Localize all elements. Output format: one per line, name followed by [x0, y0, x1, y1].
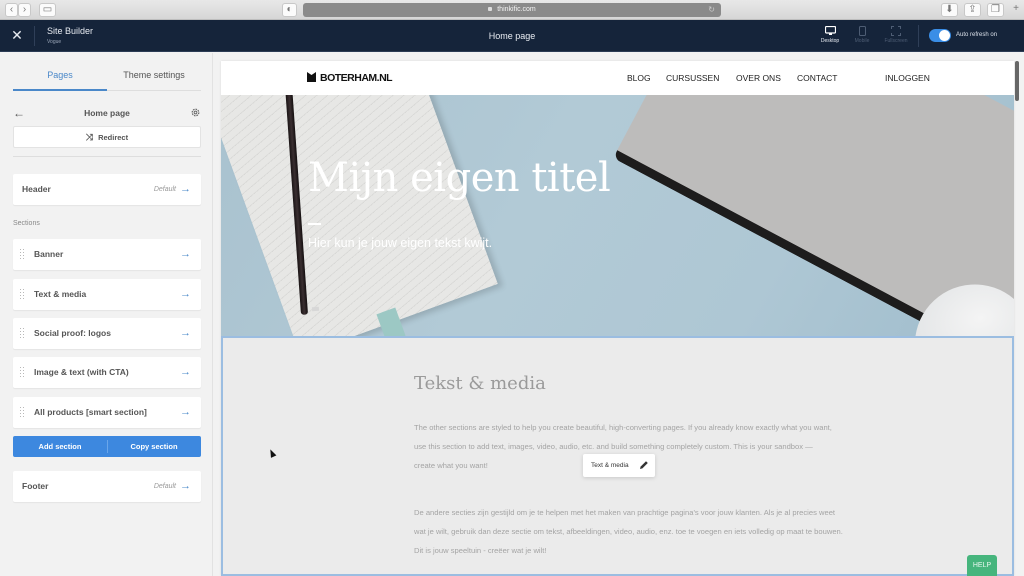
- section-label: Image & text (with CTA): [34, 367, 129, 377]
- toggle-knob: [939, 30, 950, 41]
- logo-icon: [307, 72, 316, 82]
- section-label: Banner: [34, 249, 64, 259]
- footer-label: Footer: [22, 481, 49, 491]
- section-item-all-products[interactable]: All products [smart section] →: [13, 397, 201, 428]
- url-bar[interactable]: thinkific.com ↻: [303, 3, 721, 17]
- page-nav: ← Home page: [13, 105, 201, 121]
- header-label: Header: [22, 184, 51, 194]
- browser-toolbar: ‹ › ▭ ◐ thinkific.com ↻ ⬇ ⇪ ❐ +: [0, 0, 1024, 20]
- arrow-right-icon: →: [180, 183, 191, 195]
- nav-link-cursussen[interactable]: CURSUSSEN: [666, 61, 719, 95]
- nav-link-over-ons[interactable]: OVER ONS: [736, 61, 781, 95]
- drag-handle-icon[interactable]: [20, 249, 24, 259]
- close-icon[interactable]: ✕: [10, 28, 24, 42]
- site-logo[interactable]: BOTERHAM.NL: [307, 71, 393, 85]
- arrow-right-icon: →: [180, 327, 191, 339]
- share-icon[interactable]: ⇪: [964, 3, 981, 17]
- tab-theme-settings[interactable]: Theme settings: [107, 61, 201, 91]
- browser-forward-button[interactable]: ›: [18, 3, 31, 17]
- device-mobile-button[interactable]: Mobile: [847, 26, 877, 44]
- section-item-text-media[interactable]: Text & media →: [13, 279, 201, 310]
- section-item-banner[interactable]: Banner →: [13, 239, 201, 270]
- arrow-right-icon: →: [180, 480, 191, 492]
- default-tag: Default: [153, 483, 176, 490]
- copy-section-button[interactable]: Copy section: [107, 436, 201, 457]
- header-card[interactable]: Header Default →: [13, 174, 201, 205]
- default-tag: Default: [153, 186, 176, 193]
- theme-name: Vogue: [47, 39, 62, 45]
- tabs-icon[interactable]: ❐: [987, 3, 1004, 17]
- footer-card[interactable]: Footer Default →: [13, 471, 201, 502]
- section-tag-label: Text & media: [591, 462, 629, 469]
- tab-pages[interactable]: Pages: [13, 61, 107, 91]
- new-tab-button[interactable]: +: [1009, 3, 1023, 17]
- desktop-icon: [824, 26, 836, 35]
- sidebar-toggle-icon[interactable]: ▭: [39, 3, 56, 17]
- section-item-image-text[interactable]: Image & text (with CTA) →: [13, 357, 201, 388]
- pen-tip-image: [311, 306, 320, 312]
- gear-icon[interactable]: [190, 107, 201, 118]
- device-desktop-button[interactable]: Desktop: [815, 26, 845, 44]
- reload-icon[interactable]: ↻: [708, 3, 715, 17]
- page-name: Home page: [84, 108, 130, 118]
- divider: [13, 156, 201, 157]
- sections-heading: Sections: [13, 220, 40, 227]
- divider: [34, 26, 35, 46]
- text-media-section[interactable]: Tekst & media The other sections are sty…: [221, 336, 1014, 576]
- arrow-right-icon: →: [180, 366, 191, 378]
- divider: [918, 25, 919, 47]
- auto-refresh-label: Auto refresh on: [956, 32, 998, 38]
- lock-icon: [488, 7, 493, 12]
- sidebar-tabs: Pages Theme settings: [13, 61, 201, 91]
- download-icon[interactable]: ⬇: [941, 3, 958, 17]
- edit-section-tag[interactable]: Text & media: [583, 454, 655, 477]
- site-builder-topbar: ✕ Site Builder Vogue Home page Desktop M…: [0, 20, 1024, 52]
- drag-handle-icon[interactable]: [20, 407, 24, 417]
- redirect-icon: ⤨: [85, 132, 94, 142]
- site-header: BOTERHAM.NL BLOG CURSUSSEN OVER ONS CONT…: [221, 61, 1014, 95]
- section-title: Tekst & media: [414, 373, 546, 394]
- login-link[interactable]: INLOGGEN: [885, 61, 930, 95]
- redirect-label: Redirect: [98, 133, 129, 142]
- device-fullscreen-button[interactable]: Fullscreen: [881, 26, 911, 44]
- notebook-image: [221, 95, 498, 336]
- hero-subtitle: Hier kun je jouw eigen tekst kwijt.: [308, 236, 493, 250]
- nav-link-blog[interactable]: BLOG: [627, 61, 651, 95]
- section-actions: Add section Copy section: [13, 436, 201, 457]
- reader-icon[interactable]: ◐: [282, 3, 297, 17]
- banner-section[interactable]: Mijn eigen titel Hier kun je jouw eigen …: [221, 95, 1014, 336]
- arrow-right-icon: →: [180, 406, 191, 418]
- site-preview: BOTERHAM.NL BLOG CURSUSSEN OVER ONS CONT…: [221, 61, 1014, 576]
- back-arrow-icon[interactable]: ←: [13, 105, 25, 121]
- add-section-button[interactable]: Add section: [13, 436, 107, 457]
- arrow-right-icon: →: [180, 248, 191, 260]
- hero-title: Mijn eigen titel: [308, 155, 611, 201]
- section-label: Text & media: [34, 289, 87, 299]
- section-label: All products [smart section]: [34, 407, 147, 417]
- help-button[interactable]: HELP: [967, 555, 997, 576]
- browser-back-button[interactable]: ‹: [5, 3, 18, 17]
- hero-divider: [308, 223, 321, 225]
- pencil-icon: [640, 461, 648, 469]
- mobile-icon: [858, 26, 866, 36]
- sidebar: Pages Theme settings ← Home page ⤨ Redire…: [0, 53, 213, 576]
- drag-handle-icon[interactable]: [20, 367, 24, 377]
- preview-scrollbar[interactable]: [1015, 61, 1019, 101]
- fullscreen-icon: [891, 26, 901, 36]
- drag-handle-icon[interactable]: [20, 328, 24, 338]
- paragraph-dutch: De andere secties zijn gestijld om je te…: [414, 508, 843, 555]
- url-text: thinkific.com: [497, 6, 536, 13]
- section-item-social-proof[interactable]: Social proof: logos →: [13, 318, 201, 349]
- section-label: Social proof: logos: [34, 328, 111, 338]
- redirect-button[interactable]: ⤨ Redirect: [13, 126, 201, 148]
- auto-refresh-toggle[interactable]: [929, 29, 951, 42]
- app-title: Site Builder: [47, 26, 94, 36]
- drag-handle-icon[interactable]: [20, 289, 24, 299]
- arrow-right-icon: →: [180, 288, 191, 300]
- nav-link-contact[interactable]: CONTACT: [797, 61, 837, 95]
